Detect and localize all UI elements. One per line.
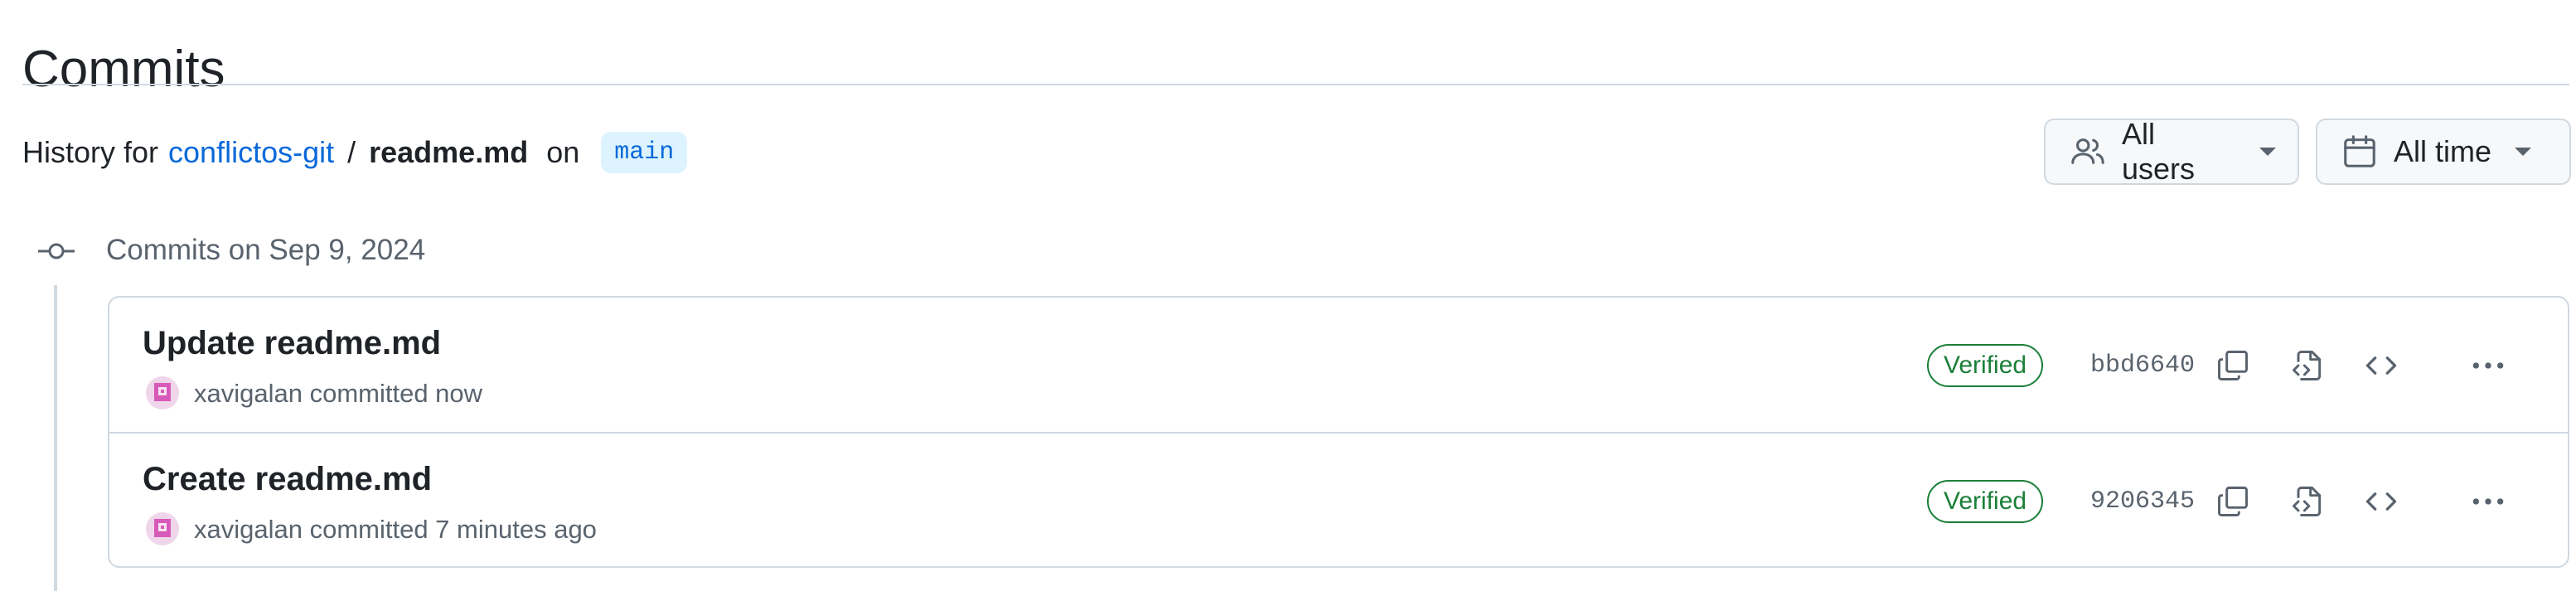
calendar-icon [2344,135,2375,167]
people-icon [2071,138,2104,164]
copy-icon[interactable] [2215,347,2251,384]
file-name: readme.md [369,135,529,169]
commit-title[interactable]: Create readme.md [143,458,432,500]
code-icon[interactable] [2363,483,2399,520]
title-divider [22,84,2569,85]
code-icon[interactable] [2363,347,2399,384]
commit-meta: xavigalan committed now [194,379,483,408]
verified-badge[interactable]: Verified [1927,344,2044,387]
on-label: on [546,135,580,169]
commit-title[interactable]: Update readme.md [143,322,441,364]
copy-icon[interactable] [2215,483,2251,520]
time-filter-button[interactable]: All time [2316,119,2571,185]
path-separator: / [347,135,356,169]
avatar[interactable] [146,376,179,409]
file-code-icon[interactable] [2289,347,2326,384]
identicon-icon [154,383,171,401]
identicon-icon [154,519,171,537]
commit-row: Create readme.md xavigalan committed 7 m… [109,432,2568,566]
history-breadcrumb: History for conflictos-git / readme.md o… [22,129,688,176]
branch-chip[interactable]: main [601,132,688,173]
repo-link[interactable]: conflictos-git [168,135,334,170]
kebab-horizontal-icon[interactable] [2470,347,2506,384]
users-filter-label: All users [2121,117,2196,186]
chevron-down-icon [2259,148,2276,156]
git-commit-icon [38,243,75,259]
history-prefix: History for [22,135,159,169]
users-filter-button[interactable]: All users [2044,117,2299,186]
kebab-horizontal-icon[interactable] [2470,483,2506,520]
commit-sha[interactable]: 9206345 [2090,485,2195,518]
commit-sha[interactable]: bbd6640 [2090,349,2195,382]
avatar[interactable] [146,512,179,545]
commit-meta: xavigalan committed 7 minutes ago [194,515,597,544]
commit-group-heading: Commits on Sep 9, 2024 [106,234,426,266]
page-title: Commits [22,40,225,98]
time-filter-label: All time [2394,134,2492,168]
file-code-icon[interactable] [2289,483,2326,520]
verified-badge[interactable]: Verified [1927,480,2044,523]
chevron-down-icon [2515,148,2532,156]
timeline-line [54,285,57,591]
commit-row: Update readme.md xavigalan committed now… [109,298,2568,432]
commit-list: Update readme.md xavigalan committed now… [108,296,2569,568]
